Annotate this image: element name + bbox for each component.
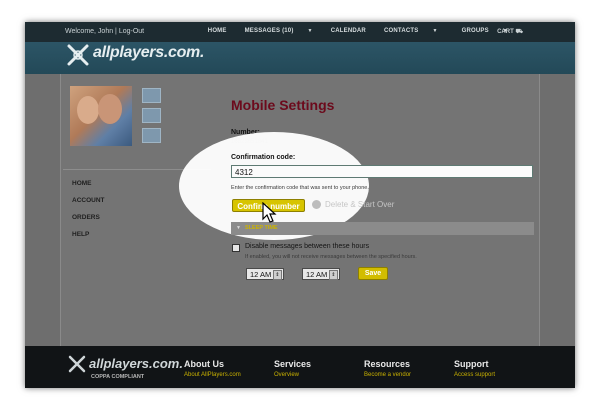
- delete-link-label: Delete & Start Over: [325, 200, 395, 209]
- refresh-icon: [312, 200, 321, 209]
- sidebar-item-orders[interactable]: ORDERS: [72, 214, 105, 231]
- start-time-value: 12 AM: [250, 270, 272, 279]
- sleep-time-label: SLEEP TIME: [245, 225, 278, 231]
- footer-heading: About Us: [184, 359, 224, 369]
- nav-contacts[interactable]: CONTACTS ▼: [372, 28, 450, 34]
- disable-messages-checkbox[interactable]: [232, 244, 240, 252]
- footer-link[interactable]: Overview: [274, 372, 311, 378]
- end-time-select[interactable]: 12 AM ⇕: [302, 268, 340, 280]
- footer-link[interactable]: About AllPlayers.com: [184, 372, 241, 378]
- footer-link[interactable]: Become a vendor: [364, 372, 411, 378]
- nav-contacts-label: CONTACTS: [383, 28, 419, 34]
- footer-link[interactable]: Access support: [454, 372, 495, 378]
- footer-col-services: Services Overview: [274, 359, 311, 378]
- save-button[interactable]: Save: [358, 267, 388, 280]
- calendar-icon[interactable]: [142, 88, 161, 103]
- chevron-down-icon: ▼: [307, 28, 313, 34]
- disable-messages-hint: If enabled, you will not receive message…: [245, 254, 417, 260]
- nav-home[interactable]: HOME: [202, 28, 233, 34]
- mouse-pointer-icon: [262, 202, 277, 223]
- footer-col-resources: Resources Become a vendor: [364, 359, 411, 378]
- page-title: Mobile Settings: [231, 97, 335, 113]
- sidebar-menu: HOME ACCOUNT ORDERS HELP: [72, 180, 105, 248]
- photo-face: [77, 96, 99, 124]
- footer-col-support: Support Access support: [454, 359, 495, 378]
- code-label: Confirmation code:: [231, 154, 296, 161]
- chevron-down-icon: ▼: [432, 28, 438, 34]
- cart-link[interactable]: CART ⛟: [497, 28, 523, 36]
- confirmation-code-input[interactable]: 4312: [231, 165, 533, 178]
- cart-icon: ⛟: [515, 29, 523, 35]
- profile-photo[interactable]: [70, 86, 132, 146]
- footer-heading: Services: [274, 359, 312, 369]
- photos-icon[interactable]: [142, 128, 161, 143]
- triangle-down-icon: ▼: [236, 225, 241, 231]
- nav-calendar[interactable]: CALENDAR: [325, 28, 372, 34]
- nav-messages-label: MESSAGES (10): [244, 28, 294, 34]
- select-arrows-icon: ⇕: [329, 270, 338, 280]
- site-logo[interactable]: allplayers.com.: [93, 44, 204, 62]
- start-time-select[interactable]: 12 AM ⇕: [246, 268, 284, 280]
- cart-label: CART: [497, 29, 514, 35]
- select-arrows-icon: ⇕: [273, 270, 282, 280]
- welcome-text[interactable]: Welcome, John | Log-Out: [65, 28, 144, 35]
- page: Welcome, John | Log-Out HOME MESSAGES (1…: [25, 22, 575, 388]
- top-bar: Welcome, John | Log-Out HOME MESSAGES (1…: [25, 22, 575, 42]
- sidebar-item-help[interactable]: HELP: [72, 231, 105, 248]
- code-hint: Enter the confirmation code that was sen…: [231, 185, 369, 191]
- footer-col-about: About Us About AllPlayers.com: [184, 359, 241, 378]
- footer-heading: Resources: [364, 359, 411, 369]
- delete-start-over-link[interactable]: Delete & Start Over: [312, 200, 394, 209]
- disable-messages-label: Disable messages between these hours: [245, 243, 370, 250]
- nav-groups-label: GROUPS: [461, 28, 489, 34]
- coppa-badge: COPPA COMPLIANT: [91, 374, 145, 380]
- footer-logo-icon: [68, 355, 86, 373]
- logo-icon: [67, 44, 89, 66]
- end-time-value: 12 AM: [306, 270, 328, 279]
- nav-messages[interactable]: MESSAGES (10) ▼: [233, 28, 325, 34]
- top-nav: HOME MESSAGES (10) ▼ CALENDAR CONTACTS ▼ G…: [202, 28, 520, 34]
- sidebar-item-account[interactable]: ACCOUNT: [72, 197, 105, 214]
- photo-face: [98, 94, 122, 124]
- footer-heading: Support: [454, 359, 489, 369]
- mail-icon[interactable]: [142, 108, 161, 123]
- sidebar-item-home[interactable]: HOME: [72, 180, 105, 197]
- footer-logo[interactable]: allplayers.com.: [89, 356, 183, 371]
